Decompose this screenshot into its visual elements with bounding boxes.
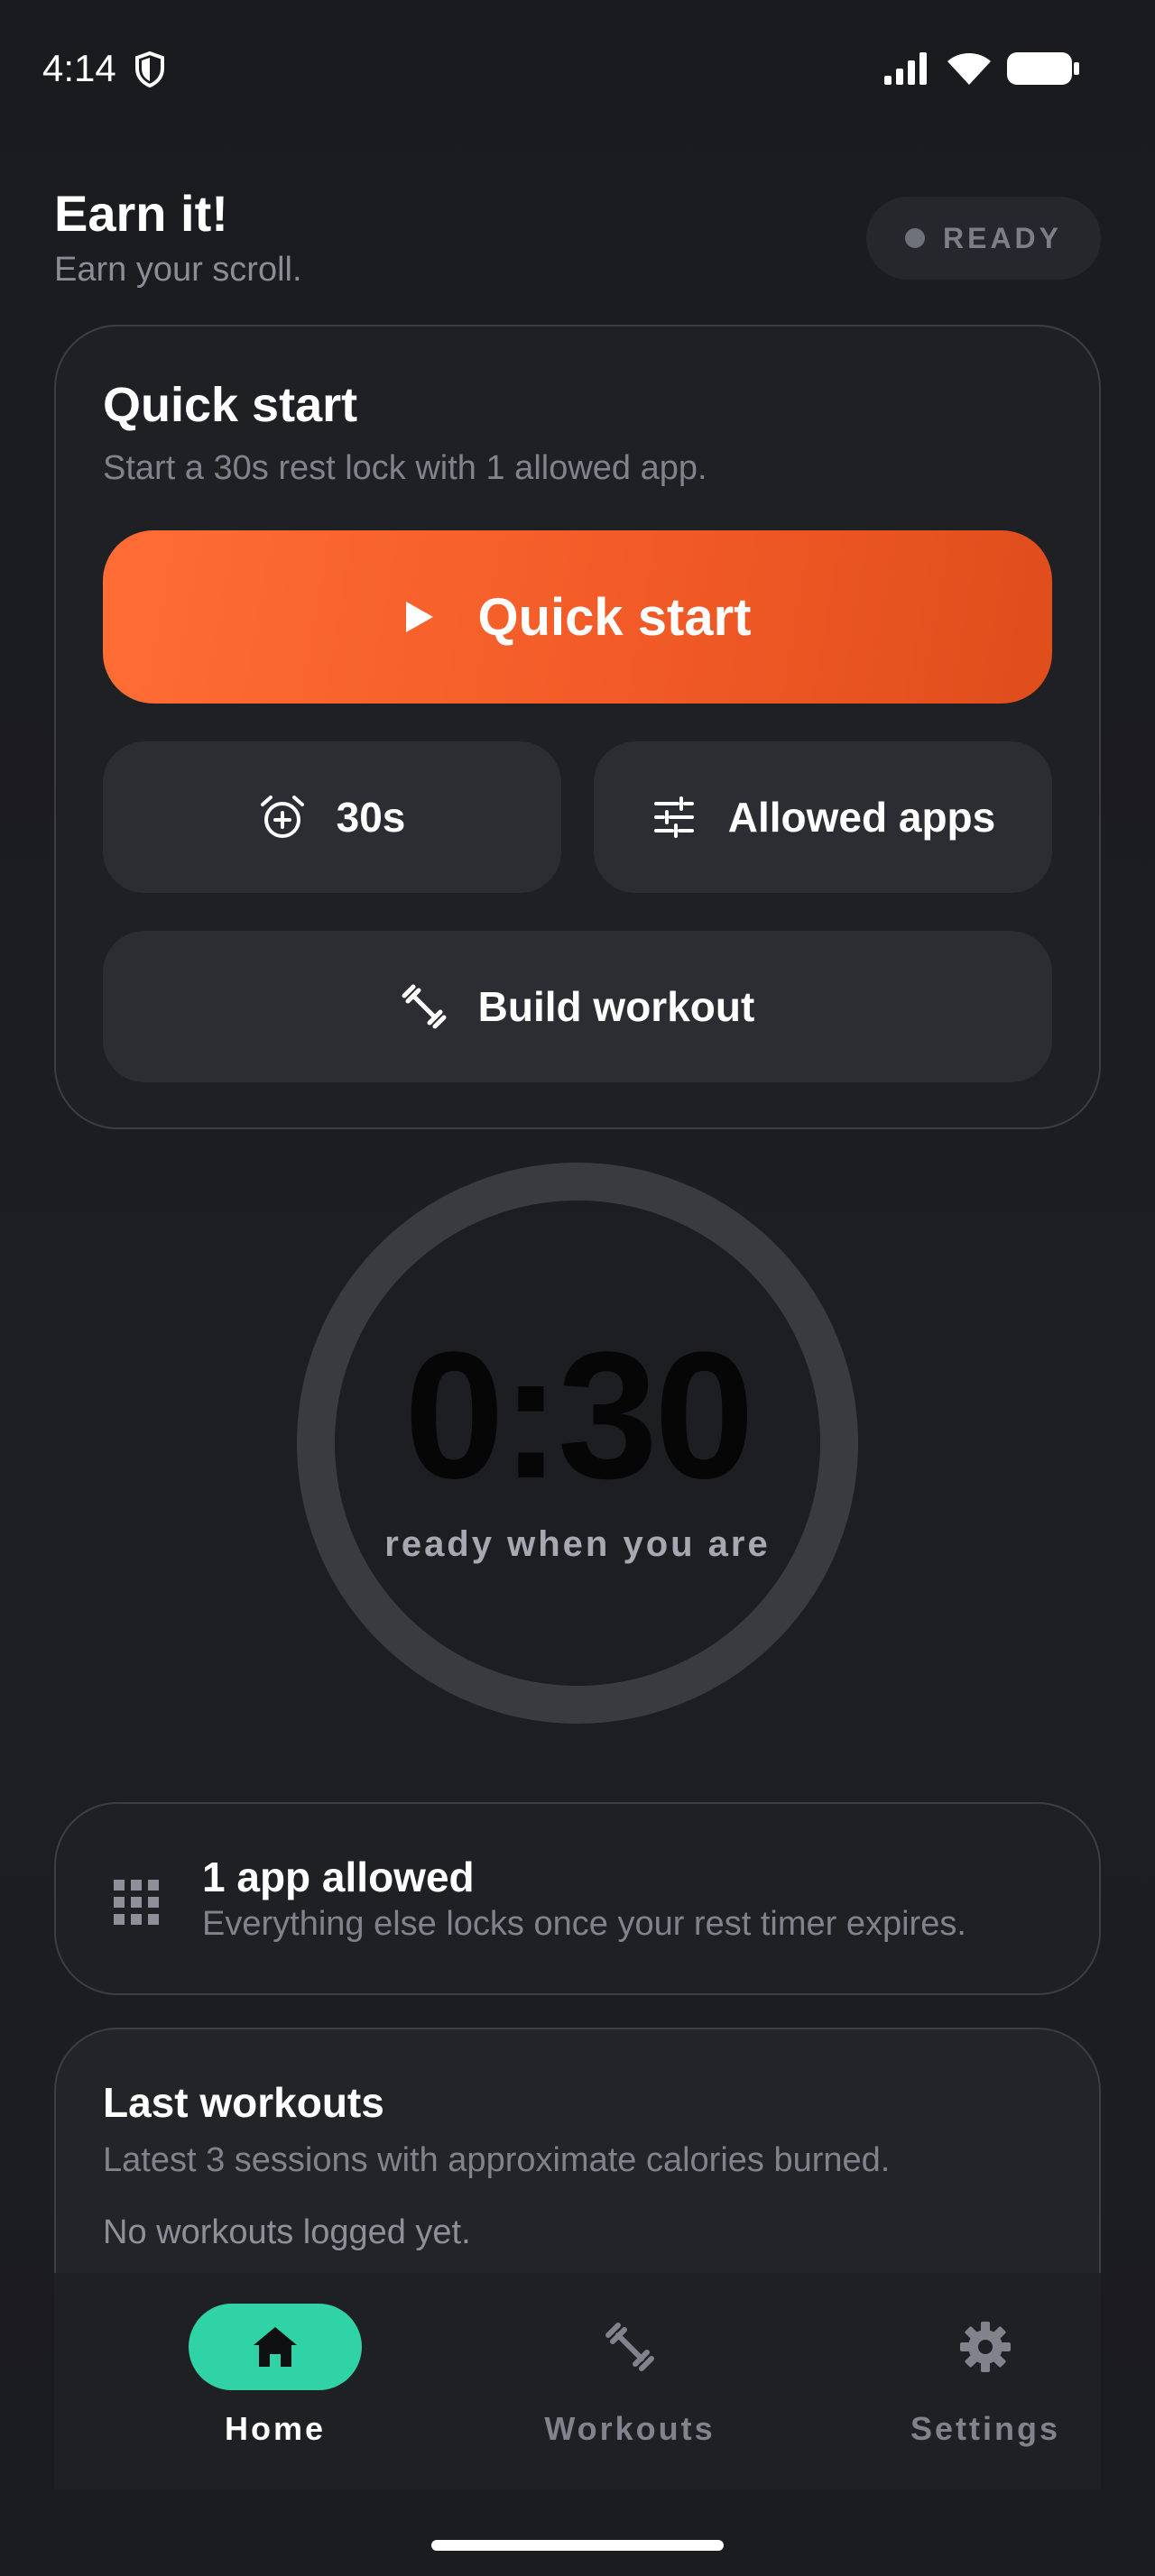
build-workout-button-label: Build workout xyxy=(477,983,755,1030)
apps-grid-icon xyxy=(114,1880,159,1925)
bottom-navigation: Home Workouts Settings xyxy=(54,2273,1101,2489)
quick-start-description: Start a 30s rest lock with 1 allowed app… xyxy=(103,449,707,487)
allowed-apps-button-label: Allowed apps xyxy=(727,794,996,841)
nav-item-settings[interactable]: Settings xyxy=(850,2304,1121,2466)
alarm-add-icon xyxy=(260,796,304,838)
status-dot xyxy=(904,228,925,248)
build-workout-button[interactable]: Build workout xyxy=(103,931,1052,1082)
dumbbell-icon xyxy=(605,2323,654,2371)
nav-settings-label: Settings xyxy=(910,2410,1060,2447)
home-indicator-bar[interactable] xyxy=(431,2540,724,2551)
last-workouts-title: Last workouts xyxy=(103,2079,384,2126)
allowed-apps-button[interactable]: Allowed apps xyxy=(594,741,1052,893)
status-badge: READY xyxy=(866,197,1101,280)
quick-start-card: Quick start Start a 30s rest lock with 1… xyxy=(54,325,1101,1129)
tune-icon xyxy=(653,796,694,838)
nav-workouts-label: Workouts xyxy=(544,2410,716,2447)
dumbbell-icon xyxy=(402,984,447,1029)
nav-settings-indicator xyxy=(899,2304,1072,2390)
nav-workouts-indicator xyxy=(543,2304,716,2390)
nav-item-home[interactable]: Home xyxy=(140,2304,411,2466)
allowed-apps-title: 1 app allowed xyxy=(202,1854,475,1900)
signal-icon xyxy=(884,52,927,85)
last-workouts-empty-text: No workouts logged yet. xyxy=(103,2213,471,2251)
duration-button-label: 30s xyxy=(336,794,406,841)
quick-start-button[interactable]: Quick start xyxy=(103,530,1052,704)
nav-home-label: Home xyxy=(224,2410,327,2447)
battery-icon xyxy=(1007,52,1079,85)
timer-value: 0:30 xyxy=(403,1315,754,1516)
gear-icon xyxy=(960,2322,1011,2372)
home-icon xyxy=(254,2327,297,2367)
last-workouts-description: Latest 3 sessions with approximate calor… xyxy=(103,2141,891,2179)
shield-icon xyxy=(135,51,164,88)
status-bar: 4:14 xyxy=(0,0,1155,135)
duration-button[interactable]: 30s xyxy=(103,741,561,893)
quick-start-button-label: Quick start xyxy=(477,587,752,647)
status-time: 4:14 xyxy=(42,47,116,89)
app-title: Earn it! xyxy=(54,185,228,242)
wifi-icon xyxy=(947,53,991,85)
allowed-apps-description: Everything else locks once your rest tim… xyxy=(202,1905,966,1943)
status-badge-label: READY xyxy=(942,221,1062,254)
home-screen: 4:14 Earn it! Earn your scroll. READY Qu… xyxy=(0,0,1155,2576)
app-subtitle: Earn your scroll. xyxy=(54,251,302,289)
nav-item-workouts[interactable]: Workouts xyxy=(494,2304,765,2466)
quick-start-title: Quick start xyxy=(103,378,358,432)
allowed-apps-card[interactable]: 1 app allowed Everything else locks once… xyxy=(54,1802,1101,1995)
timer-caption: ready when you are xyxy=(384,1524,771,1564)
nav-home-indicator xyxy=(189,2304,362,2390)
play-icon xyxy=(405,602,433,632)
